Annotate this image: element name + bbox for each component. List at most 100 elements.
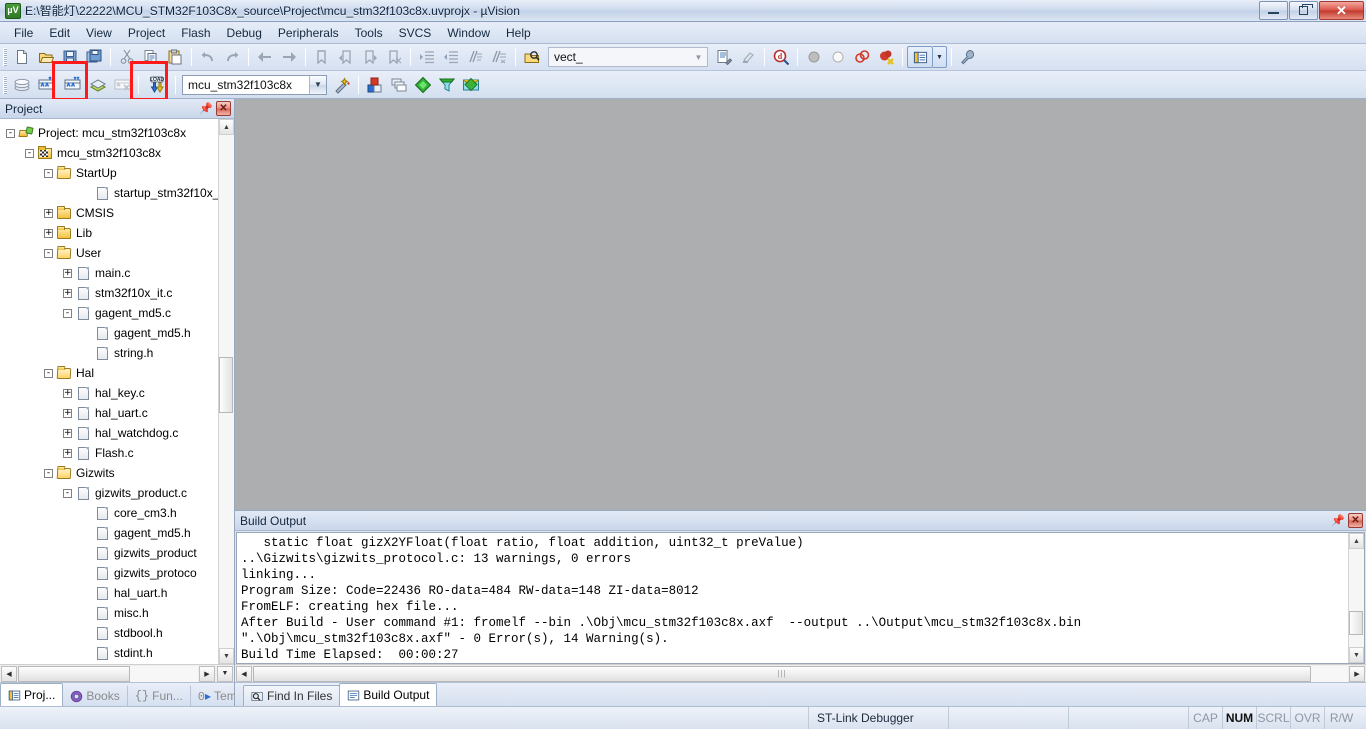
collapse-toggle-icon[interactable]: - xyxy=(44,369,53,378)
tree-node[interactable]: +hal_uart.c xyxy=(0,403,218,423)
tree-node[interactable]: string.h xyxy=(0,343,218,363)
hscroll-track[interactable]: ||| xyxy=(253,666,1348,682)
tree-node[interactable]: -Gizwits xyxy=(0,463,218,483)
collapse-toggle-icon[interactable]: - xyxy=(25,149,34,158)
bookmark-prev-icon[interactable] xyxy=(334,46,358,68)
tree-node[interactable]: gizwits_protoco xyxy=(0,563,218,583)
project-tree[interactable]: -Project: mcu_stm32f103c8x-mcu_stm32f103… xyxy=(0,119,218,664)
target-select[interactable]: mcu_stm32f103c8x ▼ xyxy=(182,75,327,95)
collapse-toggle-icon[interactable]: - xyxy=(44,249,53,258)
expand-toggle-icon[interactable]: + xyxy=(63,449,72,458)
bookmark-next-icon[interactable] xyxy=(358,46,382,68)
disable-breakpoints-icon[interactable] xyxy=(874,46,898,68)
menu-flash[interactable]: Flash xyxy=(173,23,218,43)
scroll-down-arrow[interactable]: ▼ xyxy=(1349,647,1364,663)
tree-node[interactable]: -Hal xyxy=(0,363,218,383)
scroll-track[interactable] xyxy=(1349,549,1364,647)
outdent-icon[interactable] xyxy=(439,46,463,68)
breakpoint-icon[interactable] xyxy=(802,46,826,68)
hscroll-left-arrow[interactable]: ◀ xyxy=(236,666,252,682)
redo-icon[interactable] xyxy=(220,46,244,68)
chevron-down-icon[interactable]: ▼ xyxy=(690,48,707,66)
hscroll-thumb[interactable]: ||| xyxy=(253,666,1311,682)
expand-toggle-icon[interactable]: + xyxy=(44,229,53,238)
tree-node[interactable]: gagent_md5.h xyxy=(0,323,218,343)
project-window-icon[interactable] xyxy=(907,46,933,68)
scroll-thumb[interactable] xyxy=(1349,611,1363,635)
menu-project[interactable]: Project xyxy=(120,23,173,43)
menu-help[interactable]: Help xyxy=(498,23,539,43)
collapse-toggle-icon[interactable]: - xyxy=(44,169,53,178)
tree-node[interactable]: misc.h xyxy=(0,603,218,623)
highlight-icon[interactable] xyxy=(736,46,760,68)
close-button[interactable]: ✕ xyxy=(1319,1,1364,20)
insert-text-icon[interactable] xyxy=(712,46,736,68)
configure-icon[interactable] xyxy=(956,46,980,68)
menu-peripherals[interactable]: Peripherals xyxy=(270,23,347,43)
tree-node[interactable]: -mcu_stm32f103c8x xyxy=(0,143,218,163)
chevron-down-icon[interactable]: ▼ xyxy=(309,76,326,94)
tab-functions[interactable]: {} Fun... xyxy=(127,685,191,706)
find-in-files-icon[interactable] xyxy=(520,46,544,68)
menu-debug[interactable]: Debug xyxy=(219,23,270,43)
menu-file[interactable]: File xyxy=(6,23,41,43)
scroll-track[interactable] xyxy=(219,135,234,648)
tree-node[interactable]: -StartUp xyxy=(0,163,218,183)
start-debug-icon[interactable] xyxy=(411,74,435,96)
bookmark-toggle-icon[interactable] xyxy=(310,46,334,68)
menu-window[interactable]: Window xyxy=(439,23,498,43)
scroll-up-arrow[interactable]: ▲ xyxy=(1349,533,1364,549)
build-output-hscrollbar[interactable]: ◀ ||| ▶ xyxy=(235,664,1366,682)
tree-node[interactable]: +Lib xyxy=(0,223,218,243)
tree-node[interactable]: -gagent_md5.c xyxy=(0,303,218,323)
target-options-wizard-icon[interactable] xyxy=(330,74,354,96)
manage-multi-project-icon[interactable] xyxy=(459,74,483,96)
menu-view[interactable]: View xyxy=(78,23,120,43)
tree-node[interactable]: core_cm3.h xyxy=(0,503,218,523)
indent-icon[interactable] xyxy=(415,46,439,68)
tree-node[interactable]: -User xyxy=(0,243,218,263)
navigate-back-icon[interactable] xyxy=(253,46,277,68)
tree-node[interactable]: startup_stm32f10x_r xyxy=(0,183,218,203)
project-tree-scrollbar[interactable]: ▲ ▼ xyxy=(218,119,234,664)
expand-toggle-icon[interactable]: + xyxy=(44,209,53,218)
hscroll-right-arrow[interactable]: ▶ xyxy=(199,666,215,682)
hscroll-thumb[interactable] xyxy=(18,666,130,682)
tree-node[interactable]: -gizwits_product.c xyxy=(0,483,218,503)
editor-workspace[interactable] xyxy=(235,99,1366,510)
close-icon[interactable]: ✕ xyxy=(216,101,231,116)
tab-build-output[interactable]: Build Output xyxy=(339,683,437,706)
breakpoint-disabled-icon[interactable] xyxy=(826,46,850,68)
tree-node[interactable]: +hal_watchdog.c xyxy=(0,423,218,443)
tree-node[interactable]: stdbool.h xyxy=(0,623,218,643)
collapse-toggle-icon[interactable]: - xyxy=(6,129,15,138)
translate-button[interactable] xyxy=(10,74,34,96)
scroll-thumb[interactable] xyxy=(219,357,233,413)
scroll-down-arrow[interactable]: ▼ xyxy=(219,648,234,664)
find-in-files2-icon[interactable]: d xyxy=(769,46,793,68)
expand-toggle-icon[interactable]: + xyxy=(63,289,72,298)
collapse-toggle-icon[interactable]: - xyxy=(63,489,72,498)
manage-components-icon[interactable] xyxy=(387,74,411,96)
menu-svcs[interactable]: SVCS xyxy=(391,23,440,43)
minimize-button[interactable] xyxy=(1259,1,1288,20)
hscroll-track[interactable] xyxy=(18,666,198,682)
tree-node[interactable]: gizwits_product xyxy=(0,543,218,563)
new-file-icon[interactable] xyxy=(10,46,34,68)
expand-toggle-icon[interactable]: + xyxy=(63,429,72,438)
insert-filter-icon[interactable] xyxy=(435,74,459,96)
project-hscrollbar[interactable]: ◀ ▶ ▼ xyxy=(0,664,234,682)
expand-toggle-icon[interactable]: + xyxy=(63,409,72,418)
tab-project[interactable]: Proj... xyxy=(0,683,63,706)
toolbar-grip[interactable] xyxy=(3,76,7,94)
menu-tools[interactable]: Tools xyxy=(347,23,391,43)
undo-icon[interactable] xyxy=(196,46,220,68)
tree-node[interactable]: hal_uart.h xyxy=(0,583,218,603)
navigate-forward-icon[interactable] xyxy=(277,46,301,68)
build-output-text[interactable]: static float gizX2YFloat(float ratio, fl… xyxy=(237,533,1348,663)
expand-toggle-icon[interactable]: + xyxy=(63,389,72,398)
batch-build-button[interactable] xyxy=(86,74,110,96)
tree-node[interactable]: stdint.h xyxy=(0,643,218,663)
project-window-dropdown[interactable]: ▼ xyxy=(933,46,947,68)
collapse-toggle-icon[interactable]: - xyxy=(44,469,53,478)
